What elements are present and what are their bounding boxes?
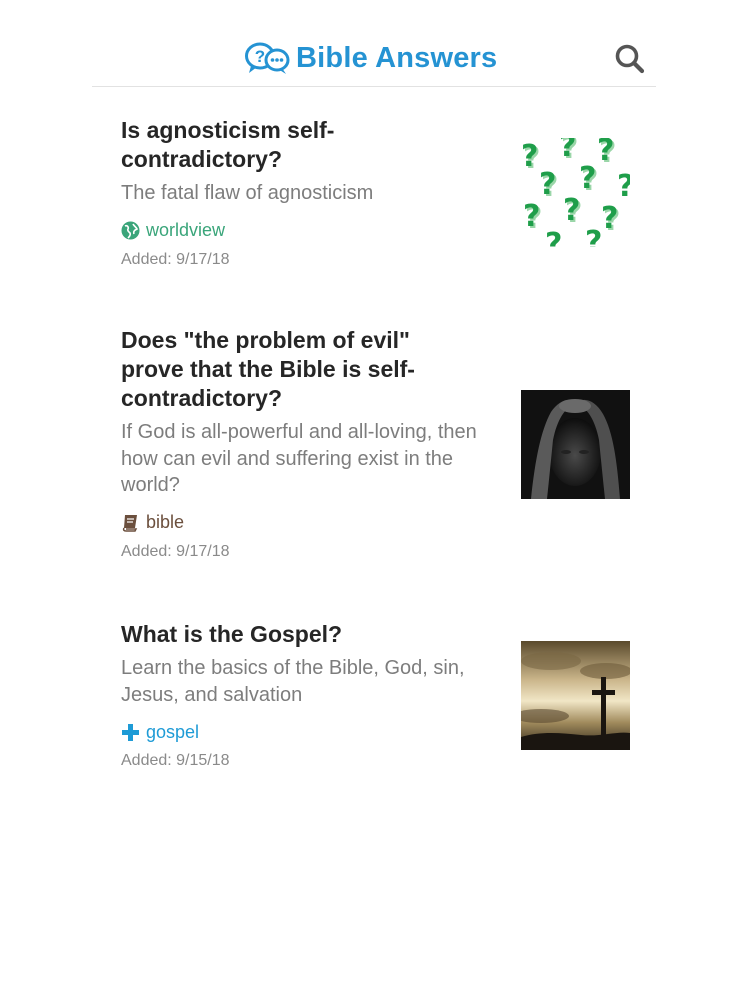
man-head-in-hands-image bbox=[521, 390, 630, 499]
tag-label: worldview bbox=[146, 220, 226, 240]
article-title[interactable]: What is the Gospel? bbox=[121, 620, 461, 649]
article-title[interactable]: Does "the problem of evil" prove that th… bbox=[121, 326, 461, 413]
question-chat-bubbles-icon: ? bbox=[244, 41, 290, 75]
svg-text:?: ? bbox=[585, 225, 602, 247]
book-icon bbox=[121, 513, 140, 532]
svg-text:?: ? bbox=[601, 201, 618, 236]
svg-text:?: ? bbox=[597, 138, 614, 168]
article-subtitle: Learn the basics of the Bible, God, sin,… bbox=[121, 657, 465, 706]
svg-text:?: ? bbox=[539, 167, 556, 202]
svg-text:?: ? bbox=[523, 199, 540, 234]
search-button[interactable] bbox=[612, 40, 650, 78]
added-date: Added: 9/17/18 bbox=[121, 250, 230, 268]
tag-label: gospel bbox=[146, 721, 200, 742]
svg-text:?: ? bbox=[617, 169, 630, 204]
added-date: Added: 9/15/18 bbox=[121, 752, 230, 769]
tag-label: bible bbox=[146, 512, 185, 532]
svg-text:?: ? bbox=[563, 193, 580, 228]
article-card[interactable]: Does "the problem of evil" prove that th… bbox=[121, 326, 631, 561]
svg-text:?: ? bbox=[579, 161, 596, 196]
article-title[interactable]: Is agnosticism self-contradictory? bbox=[121, 116, 461, 174]
green-question-marks-image: ? ? ? ? ? ? ? ? ? ? ? ? ? ? ? ? ? ? ? bbox=[521, 138, 630, 247]
article-subtitle: The fatal flaw of agnosticism bbox=[121, 182, 374, 204]
search-icon bbox=[615, 44, 645, 74]
app-title: Bible Answers bbox=[296, 41, 498, 74]
svg-text:?: ? bbox=[255, 47, 265, 66]
article-subtitle: If God is all-powerful and all-loving, t… bbox=[121, 421, 477, 496]
app-brand: ? Bible Answers bbox=[244, 40, 497, 76]
globe-icon bbox=[121, 221, 140, 240]
article-card[interactable]: What is the Gospel? Learn the basics of … bbox=[121, 620, 631, 770]
cross-sunset-image bbox=[521, 641, 630, 750]
svg-text:?: ? bbox=[559, 138, 576, 164]
plus-cross-icon bbox=[121, 723, 140, 742]
svg-text:?: ? bbox=[545, 227, 562, 247]
app-header: ? Bible Answers bbox=[92, 0, 656, 87]
article-card[interactable]: Is agnosticism self-contradictory? The f… bbox=[121, 116, 631, 269]
article-tag[interactable]: bible bbox=[121, 511, 631, 535]
added-date: Added: 9/17/18 bbox=[121, 542, 230, 560]
svg-text:?: ? bbox=[521, 139, 538, 174]
